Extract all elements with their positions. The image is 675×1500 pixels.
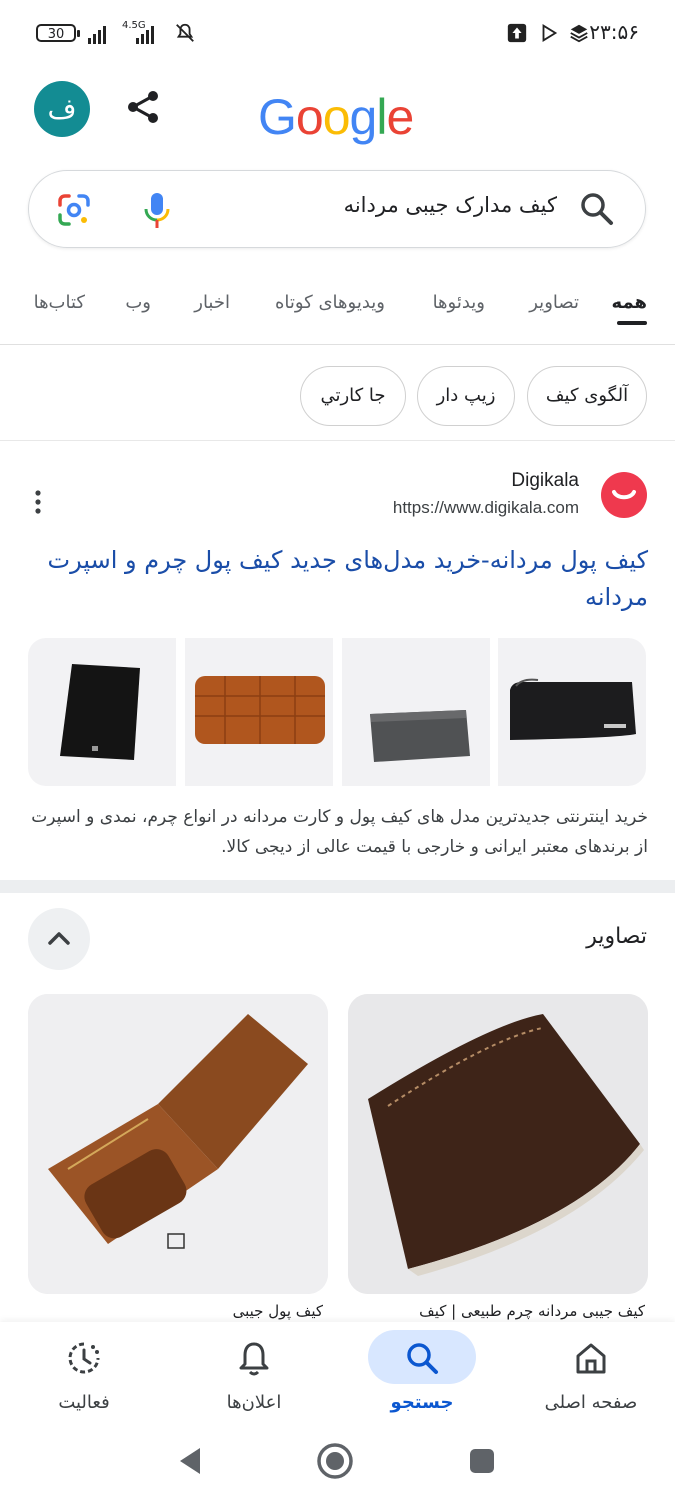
tab-images[interactable]: تصاویر [529,292,579,313]
battery-indicator: 30 [36,24,80,42]
status-bar: 30 4.5G ۲۳:۵۶ [0,0,675,68]
layers-icon [570,24,588,43]
wallet-image [195,676,325,744]
nav-activity-label: فعالیت [58,1392,110,1413]
google-logo: Google [258,88,414,146]
search-icon [407,1343,438,1374]
status-time: ۲۳:۵۶ [589,20,639,44]
brown-wallet-image [348,994,648,1294]
image-caption[interactable]: کیف جیبی مردانه چرم طبیعی | کیف [355,1302,645,1320]
mic-icon[interactable] [141,191,173,231]
result-thumbnail[interactable] [342,638,490,786]
wallet-image [370,710,470,762]
logo-letter: l [376,89,387,145]
wallet-image [510,678,636,740]
active-tab-indicator [617,321,647,325]
more-options-icon[interactable] [30,488,46,518]
wallet-image [60,664,140,760]
result-thumbnail[interactable] [498,638,646,786]
signal-icon [88,24,106,44]
bell-icon [239,1342,269,1376]
result-snippet: خرید اینترنتی جدیدترین مدل های کیف پول و… [31,807,648,857]
search-box[interactable]: کیف مدارک جیبی مردانه [28,170,646,248]
tab-news[interactable]: اخبار [194,292,230,313]
result-url[interactable]: https://www.digikala.com [393,498,579,518]
share-icon[interactable] [124,88,162,126]
collapse-button[interactable] [28,908,90,970]
image-result[interactable] [28,994,328,1294]
nav-activity[interactable]: فعالیت [0,1322,168,1432]
lens-icon[interactable] [57,193,91,227]
chip-suggestion[interactable]: زیپ دار [417,366,515,426]
image-caption[interactable]: کیف پول جیبی [33,1302,323,1320]
nav-notifications[interactable]: اعلان‌ها [170,1322,338,1432]
bottom-navigation: صفحه اصلی جستجو اعلان‌ها فعالیت [0,1322,675,1432]
chevron-up-icon [48,932,70,945]
play-store-icon [542,24,558,42]
images-section-heading: تصاویر [586,924,647,949]
back-icon[interactable] [176,1446,204,1476]
logo-letter: g [349,89,378,145]
search-input[interactable]: کیف مدارک جیبی مردانه [344,193,557,217]
search-icon[interactable] [579,191,615,227]
account-avatar[interactable]: ف [34,81,90,137]
digikala-logo-icon [601,472,647,518]
result-title-link[interactable]: کیف پول مردانه-خرید مدل‌های جدید کیف پول… [28,542,648,616]
result-thumbnail[interactable] [185,638,333,786]
nav-notifications-label: اعلان‌ها [226,1392,282,1413]
logo-letter: G [258,89,297,145]
tab-videos[interactable]: ویدئوها [433,292,485,313]
upload-icon [507,23,527,43]
signal-icon-2 [136,24,154,44]
search-tabs: همه تصاویر ویدئوها ویدیوهای کوتاه اخبار … [0,280,675,345]
divider [0,440,675,441]
tab-short-videos[interactable]: ویدیوهای کوتاه [275,292,385,313]
chip-suggestion[interactable]: جا کارتي [300,366,406,426]
activity-icon [68,1342,100,1374]
section-divider [0,880,675,893]
system-navigation-bar [0,1432,675,1500]
image-result[interactable] [348,994,648,1294]
logo-letter: e [386,89,414,145]
logo-letter: o [295,89,324,145]
nav-home[interactable]: صفحه اصلی [507,1322,675,1432]
home-button-icon[interactable] [316,1442,354,1480]
chip-suggestion[interactable]: آلگوی کیف [527,366,647,426]
home-icon [576,1343,606,1374]
tab-web[interactable]: وب [125,292,151,313]
logo-letter: o [322,89,351,145]
result-site-name[interactable]: Digikala [511,470,579,492]
nav-search-label: جستجو [390,1392,454,1413]
recents-icon[interactable] [468,1447,496,1475]
nav-search[interactable]: جستجو [338,1322,506,1432]
notifications-off-icon [176,23,194,42]
nav-home-label: صفحه اصلی [544,1392,638,1413]
result-thumbnail[interactable] [28,638,176,786]
tab-all[interactable]: همه [612,292,647,313]
tab-books[interactable]: کتاب‌ها [34,292,85,313]
tan-wallet-image [28,994,328,1294]
